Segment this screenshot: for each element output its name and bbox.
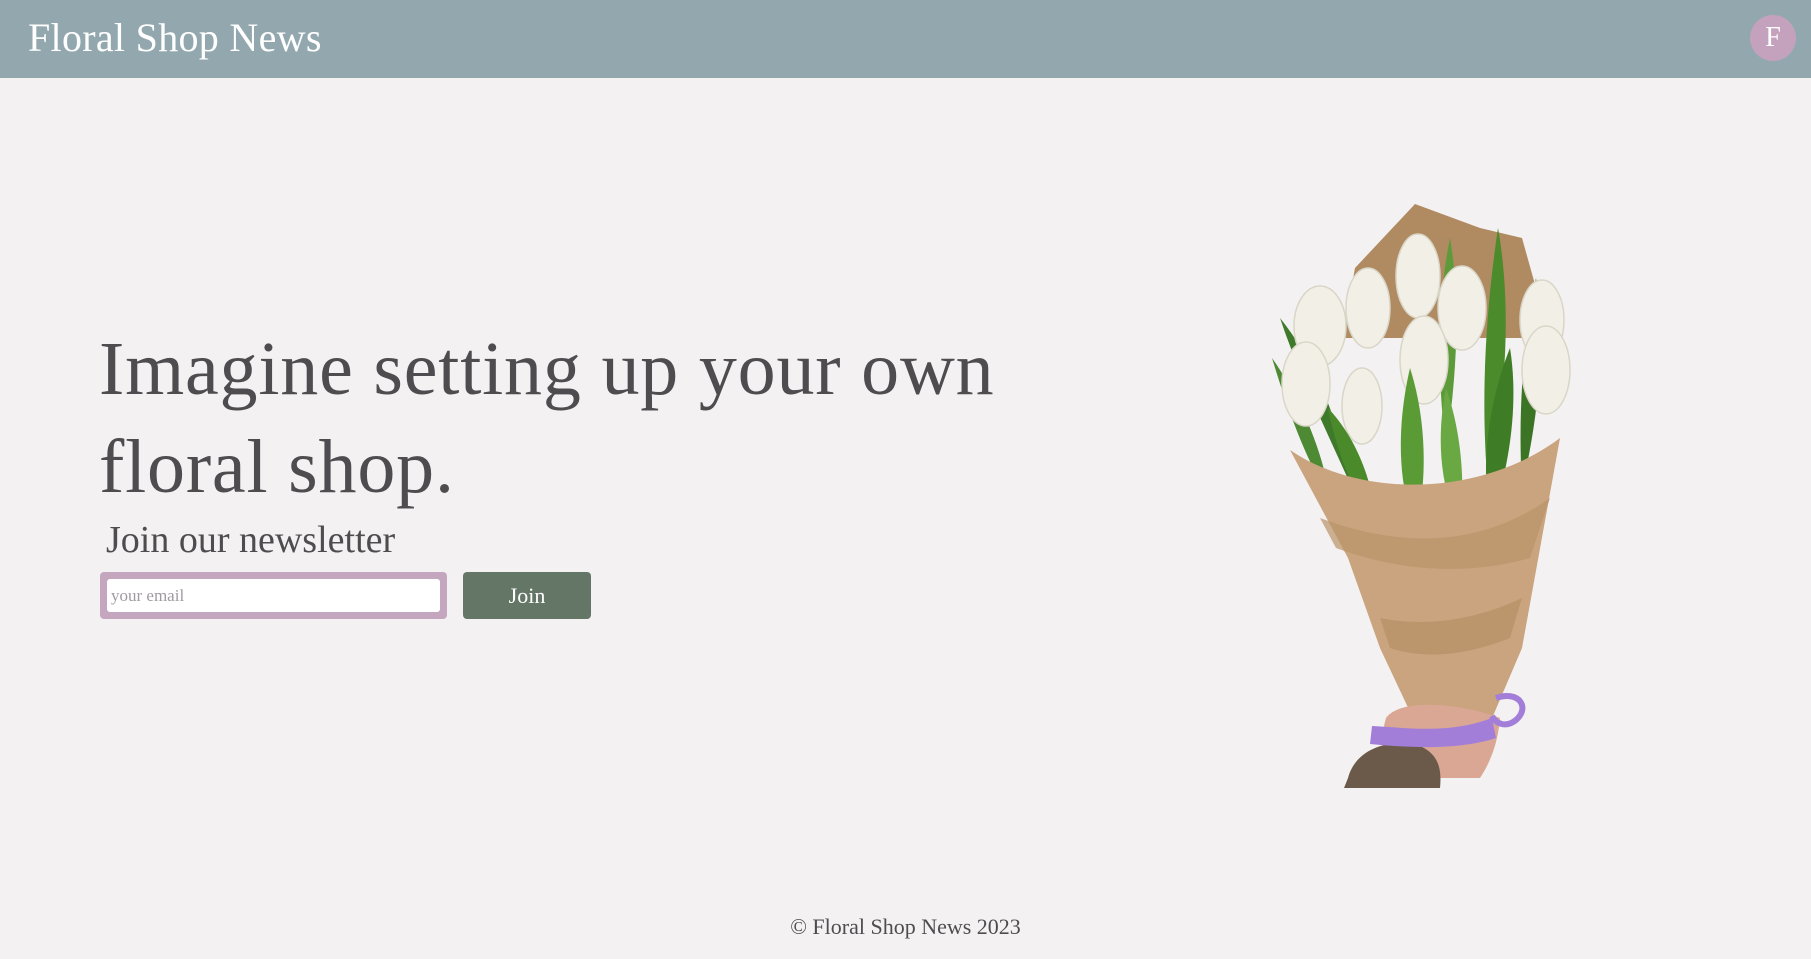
tulip-bouquet-image <box>1272 204 1571 788</box>
top-bar: Floral Shop News F <box>0 0 1811 78</box>
footer-copyright: © Floral Shop News 2023 <box>790 914 1021 939</box>
wrap-front-paper <box>1290 438 1560 733</box>
email-field-frame <box>100 572 447 619</box>
hero-headline: Imagine setting up your own floral shop. <box>99 327 995 509</box>
newsletter-heading: Join our newsletter <box>106 519 396 561</box>
join-button[interactable]: Join <box>463 572 591 619</box>
user-avatar[interactable]: F <box>1750 15 1796 61</box>
sleeve <box>1344 743 1441 788</box>
email-input[interactable] <box>107 579 440 612</box>
site-title[interactable]: Floral Shop News <box>28 14 322 61</box>
